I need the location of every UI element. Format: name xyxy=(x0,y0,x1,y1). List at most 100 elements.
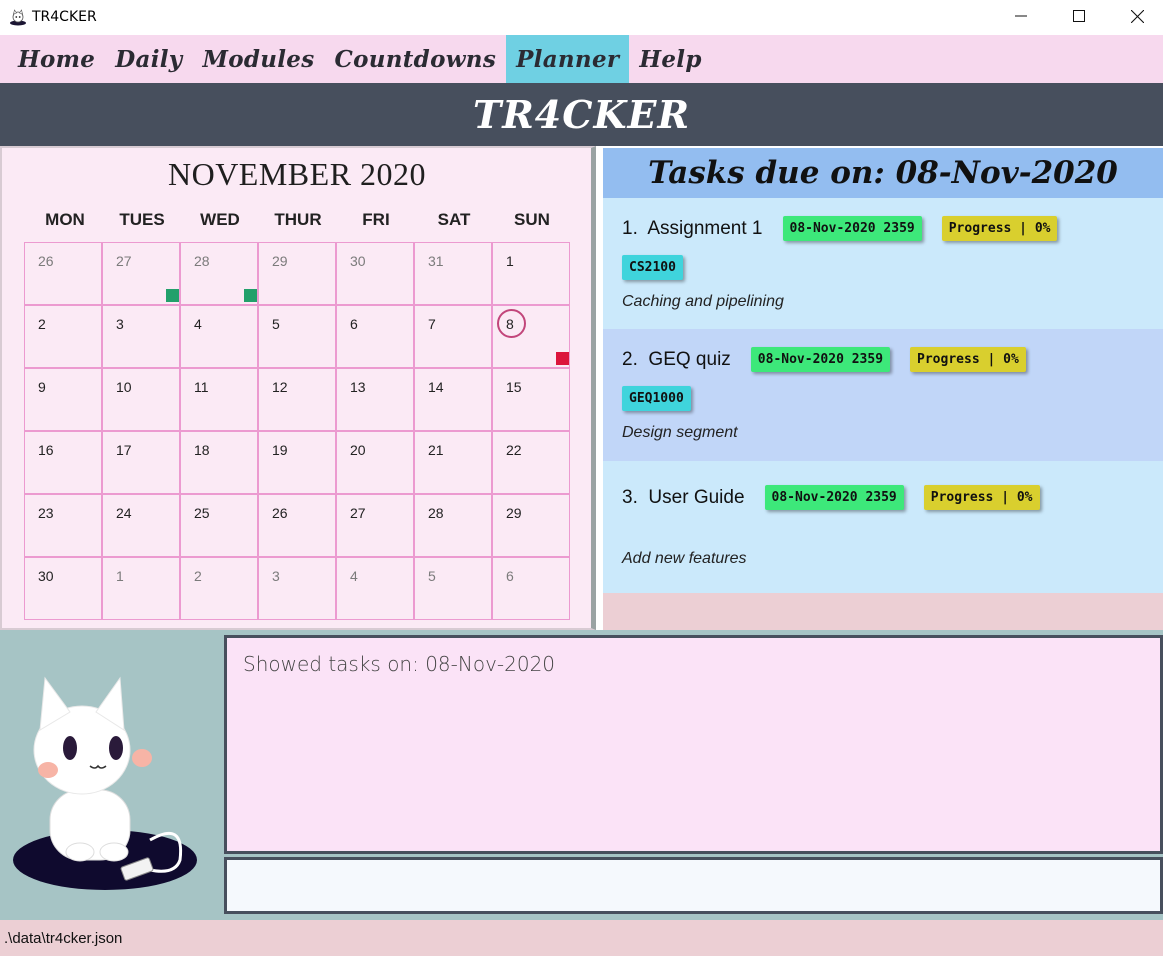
calendar-day-cell[interactable]: 10 xyxy=(102,368,180,431)
calendar-day-number: 6 xyxy=(506,568,514,584)
maximize-button[interactable] xyxy=(1050,0,1108,32)
calendar-day-number: 4 xyxy=(350,568,358,584)
progress-tag: Progress | 0% xyxy=(923,485,1040,510)
calendar-day-cell[interactable]: 19 xyxy=(258,431,336,494)
calendar-day-cell[interactable]: 3 xyxy=(258,557,336,620)
tasks-header: Tasks due on: 08-Nov-2020 xyxy=(603,148,1163,198)
calendar-day-number: 8 xyxy=(506,316,514,332)
app-header-title: TR4CKER xyxy=(472,92,691,137)
calendar-day-number: 28 xyxy=(194,253,210,269)
calendar-day-cell[interactable]: 4 xyxy=(336,557,414,620)
calendar-day-number: 3 xyxy=(272,568,280,584)
result-display: Showed tasks on: 08-Nov-2020 xyxy=(224,635,1163,854)
calendar-day-cell[interactable]: 3 xyxy=(102,305,180,368)
calendar-day-number: 31 xyxy=(428,253,444,269)
calendar-weekday-header: SAT xyxy=(437,210,471,229)
calendar-day-cell[interactable]: 29 xyxy=(492,494,570,557)
menu-countdowns[interactable]: Countdowns xyxy=(324,35,506,83)
close-icon xyxy=(1130,9,1144,23)
title-bar: TR4CKER xyxy=(0,0,1163,35)
calendar-day-cell[interactable]: 28 xyxy=(414,494,492,557)
calendar-day-number: 4 xyxy=(194,316,202,332)
menu-modules[interactable]: Modules xyxy=(192,35,324,83)
task-card[interactable]: 3. User Guide 08-Nov-2020 2359 Progress … xyxy=(603,461,1163,593)
calendar-weekday-header: SUN xyxy=(514,210,550,229)
calendar-day-cell[interactable]: 6 xyxy=(336,305,414,368)
calendar: NOVEMBER 2020 MON TUES WED THUR FRI SAT SUN 26… xyxy=(0,146,596,630)
calendar-day-cell[interactable]: 23 xyxy=(24,494,102,557)
menu-planner[interactable]: Planner xyxy=(506,35,630,83)
calendar-day-number: 15 xyxy=(506,379,522,395)
calendar-day-cell[interactable]: 30 xyxy=(24,557,102,620)
calendar-day-cell[interactable]: 6 xyxy=(492,557,570,620)
calendar-day-number: 11 xyxy=(194,379,209,395)
calendar-day-cell[interactable]: 17 xyxy=(102,431,180,494)
calendar-day-cell[interactable]: 13 xyxy=(336,368,414,431)
calendar-day-cell[interactable]: 12 xyxy=(258,368,336,431)
minimize-icon xyxy=(1015,15,1027,17)
calendar-day-number: 2 xyxy=(38,316,46,332)
calendar-day-cell[interactable]: 25 xyxy=(180,494,258,557)
calendar-day-number: 25 xyxy=(194,505,210,521)
task-description: Add new features xyxy=(622,550,747,567)
calendar-weekday-header: FRI xyxy=(362,210,390,229)
task-description: Design segment xyxy=(622,424,738,441)
app-header: TR4CKER xyxy=(0,83,1163,146)
calendar-day-number: 1 xyxy=(116,568,124,584)
calendar-day-cell[interactable]: 11 xyxy=(180,368,258,431)
calendar-day-cell[interactable]: 27 xyxy=(336,494,414,557)
calendar-day-cell[interactable]: 5 xyxy=(258,305,336,368)
calendar-day-cell[interactable]: 21 xyxy=(414,431,492,494)
task-marker xyxy=(166,289,179,302)
calendar-day-number: 9 xyxy=(38,379,46,395)
menu-daily[interactable]: Daily xyxy=(105,35,192,83)
task-card[interactable]: 1. Assignment 1 08-Nov-2020 2359 Progres… xyxy=(603,198,1163,329)
calendar-day-number: 21 xyxy=(428,442,444,458)
calendar-day-cell[interactable]: 26 xyxy=(24,242,102,305)
calendar-day-number: 2 xyxy=(194,568,202,584)
menu-help[interactable]: Help xyxy=(629,35,711,83)
calendar-day-cell[interactable]: 30 xyxy=(336,242,414,305)
calendar-day-cell[interactable]: 24 xyxy=(102,494,180,557)
progress-tag: Progress | 0% xyxy=(910,347,1026,372)
calendar-day-number: 23 xyxy=(38,505,54,521)
calendar-day-number: 29 xyxy=(506,505,522,521)
calendar-day-number: 10 xyxy=(116,379,132,395)
menu-home[interactable]: Home xyxy=(8,35,105,83)
calendar-day-cell[interactable]: 15 xyxy=(492,368,570,431)
task-card[interactable]: 2. GEQ quiz 08-Nov-2020 2359 Progress | … xyxy=(603,329,1163,461)
calendar-day-cell[interactable]: 2 xyxy=(180,557,258,620)
calendar-day-number: 26 xyxy=(272,505,288,521)
calendar-weekday-header: MON xyxy=(45,210,85,229)
task-description: Caching and pipelining xyxy=(622,293,784,310)
module-tag: GEQ1000 xyxy=(622,386,691,411)
calendar-day-cell[interactable]: 9 xyxy=(24,368,102,431)
minimize-button[interactable] xyxy=(992,0,1050,32)
cat-mascot-image xyxy=(13,676,197,890)
calendar-day-cell[interactable]: 1 xyxy=(492,242,570,305)
calendar-day-number: 7 xyxy=(428,316,436,332)
calendar-weekday-header: THUR xyxy=(274,210,322,229)
calendar-day-cell[interactable]: 2 xyxy=(24,305,102,368)
calendar-day-cell[interactable]: 4 xyxy=(180,305,258,368)
calendar-day-cell[interactable]: 18 xyxy=(180,431,258,494)
calendar-day-number: 26 xyxy=(38,253,54,269)
command-input[interactable] xyxy=(224,857,1163,914)
task-title: 3. User Guide xyxy=(622,486,745,508)
calendar-day-cell[interactable]: 26 xyxy=(258,494,336,557)
calendar-day-number: 6 xyxy=(350,316,358,332)
close-button[interactable] xyxy=(1108,0,1163,32)
calendar-day-cell[interactable]: 7 xyxy=(414,305,492,368)
calendar-grid: 26 27 28 29 30 31 1 2 3 4 5 6 7 8 9 10 11 12 13 14 15 16 17 18 1… xyxy=(24,242,571,622)
calendar-day-cell[interactable]: 16 xyxy=(24,431,102,494)
menu-bar: Home Daily Modules Countdowns Planner He… xyxy=(0,35,1163,83)
calendar-day-cell[interactable]: 29 xyxy=(258,242,336,305)
calendar-day-cell[interactable]: 20 xyxy=(336,431,414,494)
app-mascot-icon xyxy=(10,9,26,26)
calendar-day-cell[interactable]: 14 xyxy=(414,368,492,431)
calendar-day-cell[interactable]: 5 xyxy=(414,557,492,620)
calendar-day-cell[interactable]: 1 xyxy=(102,557,180,620)
calendar-weekday-header: TUES xyxy=(119,210,165,229)
calendar-day-cell[interactable]: 31 xyxy=(414,242,492,305)
calendar-day-cell[interactable]: 22 xyxy=(492,431,570,494)
